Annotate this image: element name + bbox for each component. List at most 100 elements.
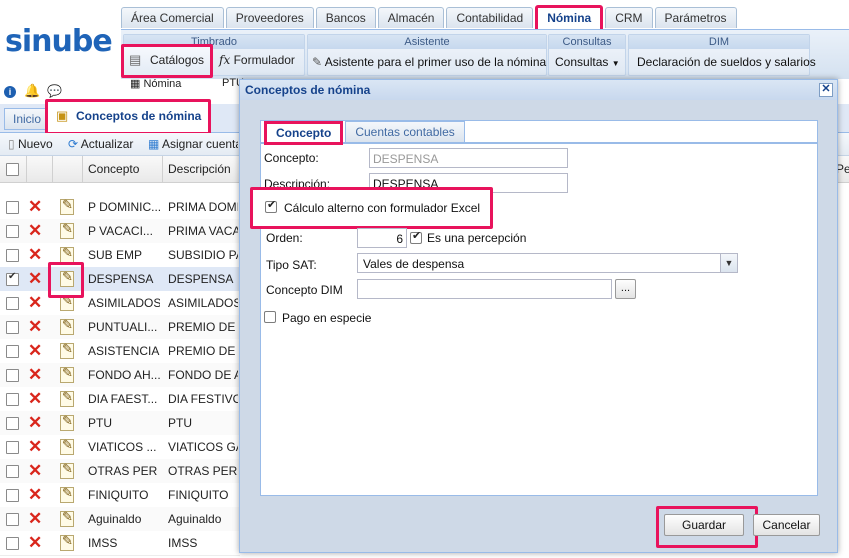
- delete-icon[interactable]: ✕: [28, 245, 42, 265]
- tab-parametros[interactable]: Parámetros: [654, 7, 737, 28]
- edit-icon[interactable]: [60, 341, 74, 359]
- orden-field[interactable]: 6: [357, 228, 407, 248]
- row-checkbox[interactable]: [6, 369, 19, 382]
- tab-area-comercial[interactable]: Área Comercial: [121, 7, 224, 28]
- row-checkbox[interactable]: [6, 297, 19, 310]
- formulador-button[interactable]: fx Formulador: [219, 53, 295, 67]
- tab-contabilidad[interactable]: Contabilidad: [446, 7, 534, 28]
- row-checkbox[interactable]: [6, 489, 19, 502]
- row-checkbox[interactable]: [6, 417, 19, 430]
- delete-icon[interactable]: ✕: [28, 509, 42, 529]
- table-row[interactable]: ✕ DESPENSA DESPENSA: [0, 267, 240, 292]
- row-checkbox[interactable]: [6, 345, 19, 358]
- dialog-tab-cuentas[interactable]: Cuentas contables: [345, 121, 465, 143]
- row-checkbox[interactable]: [6, 465, 19, 478]
- edit-icon[interactable]: [60, 365, 74, 383]
- delete-icon[interactable]: ✕: [28, 533, 42, 553]
- table-row[interactable]: ✕ DIA FAEST... DIA FESTIVO: [0, 387, 240, 412]
- table-row[interactable]: ✕ ASISTENCIA PREMIO DE A: [0, 339, 240, 364]
- delete-icon[interactable]: ✕: [28, 293, 42, 313]
- row-checkbox[interactable]: [6, 537, 19, 550]
- nuevo-button[interactable]: ▯ Nuevo: [8, 137, 53, 151]
- row-checkbox[interactable]: [6, 321, 19, 334]
- col-concepto-header[interactable]: Concepto: [88, 162, 139, 176]
- calculo-alterno-checkbox[interactable]: [265, 198, 277, 213]
- edit-icon[interactable]: [60, 413, 74, 431]
- close-icon[interactable]: ✕: [819, 83, 833, 97]
- delete-icon[interactable]: ✕: [28, 269, 42, 289]
- tab-nomina[interactable]: Nómina: [535, 5, 604, 32]
- delete-icon[interactable]: ✕: [28, 413, 42, 433]
- chat-icon[interactable]: 💬: [47, 84, 62, 98]
- tipo-sat-select[interactable]: Vales de despensa ▼: [357, 253, 738, 273]
- edit-icon[interactable]: [60, 317, 74, 335]
- row-checkbox[interactable]: [6, 201, 19, 214]
- table-row[interactable]: ✕ IMSS IMSS: [0, 531, 240, 556]
- row-checkbox[interactable]: [6, 513, 19, 526]
- row-checkbox[interactable]: [6, 249, 19, 262]
- table-row[interactable]: ✕ P VACACI... PRIMA VACAC: [0, 219, 240, 244]
- tab-conceptos-nomina[interactable]: ▣ Conceptos de nómina: [45, 99, 211, 135]
- table-row[interactable]: ✕ OTRAS PER OTRAS PERC: [0, 459, 240, 484]
- delete-icon[interactable]: ✕: [28, 341, 42, 361]
- edit-icon[interactable]: [60, 389, 74, 407]
- row-checkbox[interactable]: [6, 225, 19, 238]
- select-all-checkbox[interactable]: [6, 163, 19, 176]
- consultas-button[interactable]: Consultas ▼: [555, 52, 620, 72]
- dialog-tab-concepto[interactable]: Concepto: [264, 121, 344, 145]
- edit-icon[interactable]: [60, 461, 74, 479]
- cubes-icon: ▣: [56, 108, 69, 123]
- table-row[interactable]: ✕ SUB EMP SUBSIDIO PA: [0, 243, 240, 268]
- delete-icon[interactable]: ✕: [28, 461, 42, 481]
- tab-inicio[interactable]: Inicio: [4, 108, 51, 130]
- edit-icon[interactable]: [60, 533, 74, 551]
- row-checkbox[interactable]: [6, 441, 19, 454]
- table-row[interactable]: ✕ VIATICOS ... VIATICOS GA: [0, 435, 240, 460]
- dim-button[interactable]: Declaración de sueldos y salarios: [637, 52, 816, 72]
- table-row[interactable]: ✕ ASIMILADOS ASIMILADOS: [0, 291, 240, 316]
- delete-icon[interactable]: ✕: [28, 389, 42, 409]
- asignar-button[interactable]: ▦ Asignar cuenta: [148, 137, 238, 151]
- table-row[interactable]: ✕ PTU PTU: [0, 411, 240, 436]
- tab-crm[interactable]: CRM: [605, 7, 653, 28]
- table-row[interactable]: ✕ P DOMINIC... PRIMA DOMI: [0, 195, 240, 220]
- browse-button[interactable]: ...: [615, 279, 636, 299]
- bell-icon[interactable]: 🔔: [24, 83, 40, 99]
- table-row[interactable]: ✕ FINIQUITO FINIQUITO: [0, 483, 240, 508]
- delete-icon[interactable]: ✕: [28, 365, 42, 385]
- row-checkbox[interactable]: [6, 393, 19, 406]
- col-descripcion-header[interactable]: Descripción: [168, 162, 231, 176]
- calculo-alterno-row[interactable]: Cálculo alterno con formulador Excel: [250, 187, 493, 229]
- asistente-button[interactable]: ✎ Asistente para el primer uso de la nóm…: [312, 52, 546, 72]
- delete-icon[interactable]: ✕: [28, 485, 42, 505]
- edit-icon[interactable]: [60, 197, 74, 215]
- catalogos-button[interactable]: ▤ Catálogos: [121, 44, 213, 78]
- edit-row-highlight[interactable]: [48, 262, 84, 298]
- delete-icon[interactable]: ✕: [28, 437, 42, 457]
- row-checkbox[interactable]: [6, 271, 19, 286]
- actualizar-button[interactable]: ⟳ Actualizar: [68, 137, 133, 151]
- edit-icon[interactable]: [60, 437, 74, 455]
- tab-proveedores[interactable]: Proveedores: [225, 7, 314, 28]
- edit-icon[interactable]: [60, 221, 74, 239]
- edit-icon[interactable]: [60, 485, 74, 503]
- guardar-button[interactable]: Guardar: [664, 514, 744, 536]
- edit-icon[interactable]: [60, 509, 74, 527]
- concepto-field[interactable]: DESPENSA: [369, 148, 568, 168]
- table-row[interactable]: ✕ Aguinaldo Aguinaldo: [0, 507, 240, 532]
- chevron-down-icon[interactable]: ▼: [720, 254, 737, 272]
- delete-icon[interactable]: ✕: [28, 317, 42, 337]
- table-row[interactable]: ✕ FONDO AH... FONDO DE AI: [0, 363, 240, 388]
- pago-especie-checkbox[interactable]: [264, 311, 276, 323]
- tab-bancos[interactable]: Bancos: [315, 7, 376, 28]
- table-row[interactable]: ✕ PUNTUALI... PREMIO DE P: [0, 315, 240, 340]
- nomina-button[interactable]: ▦ Nómina: [130, 77, 181, 90]
- info-icon[interactable]: i: [4, 86, 16, 98]
- percepcion-checkbox[interactable]: [410, 229, 422, 244]
- tab-almacen[interactable]: Almacén: [377, 7, 445, 28]
- delete-icon[interactable]: ✕: [28, 221, 42, 241]
- edit-icon[interactable]: [60, 245, 74, 263]
- cancelar-button[interactable]: Cancelar: [753, 514, 820, 536]
- concepto-dim-field[interactable]: [357, 279, 612, 299]
- delete-icon[interactable]: ✕: [28, 197, 42, 217]
